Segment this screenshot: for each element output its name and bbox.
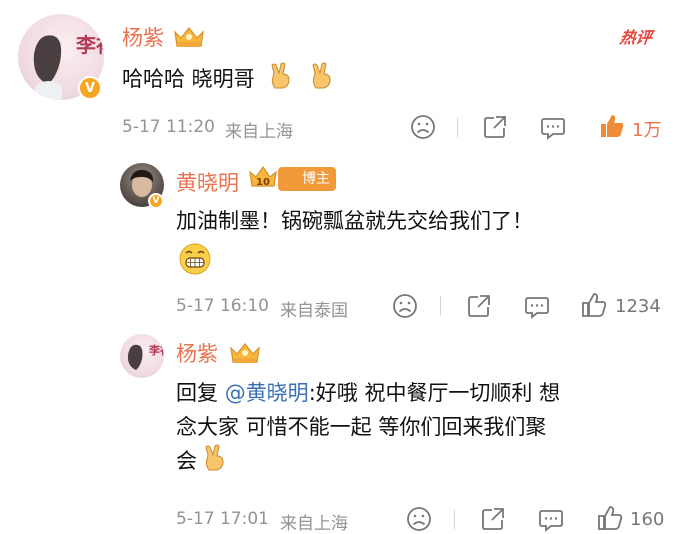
comment-icon[interactable] xyxy=(540,114,566,144)
hot-comment-badge: 热评 xyxy=(618,28,654,47)
verified-icon: V xyxy=(78,76,102,100)
comment-icon[interactable] xyxy=(538,506,564,534)
comment-body-line2: 念大家 可惜不能一起 等你们回来我们聚 xyxy=(176,415,547,439)
sad-face-icon[interactable] xyxy=(406,506,432,534)
comment-body-line3: 会 xyxy=(176,449,197,473)
victory-hand-icon xyxy=(267,62,295,90)
comment-text: 哈哈哈 晓明哥 xyxy=(122,62,336,96)
verified-icon: V xyxy=(148,193,164,209)
comment-time: 5-17 17:01 xyxy=(176,509,269,529)
reply-prefix: 回复 xyxy=(176,381,225,405)
thumbs-up-icon[interactable] xyxy=(580,291,608,323)
victory-hand-icon xyxy=(201,444,229,472)
vip-level: 10 xyxy=(256,177,270,188)
victory-hand-icon xyxy=(308,62,336,90)
divider xyxy=(454,509,455,529)
comment-icon[interactable] xyxy=(524,293,550,323)
sad-face-icon[interactable] xyxy=(410,114,436,144)
sad-face-icon[interactable] xyxy=(392,293,418,323)
grin-emoji-icon xyxy=(178,242,212,280)
like-count: 1万 xyxy=(632,120,662,141)
like-count: 160 xyxy=(630,509,665,530)
vip-crown-icon xyxy=(228,340,262,370)
comment-location: 来自泰国 xyxy=(280,301,348,321)
blogger-tag: 博主 xyxy=(278,167,336,191)
thumbs-up-icon[interactable] xyxy=(598,112,626,144)
mention-link[interactable]: @黄晓明 xyxy=(225,381,309,405)
share-icon[interactable] xyxy=(482,114,508,144)
divider xyxy=(440,296,441,316)
vip-crown-icon: 10 xyxy=(248,164,278,196)
username[interactable]: 杨紫 xyxy=(122,22,164,52)
comment-location: 来自上海 xyxy=(225,122,293,142)
vip-crown-icon xyxy=(172,24,206,54)
avatar-title-text: 李祐 xyxy=(75,33,104,57)
share-icon[interactable] xyxy=(480,506,506,534)
avatar[interactable]: 李祐 xyxy=(120,334,164,378)
comment-text: 加油制墨！锅碗瓢盆就先交给我们了！ xyxy=(176,209,533,233)
share-icon[interactable] xyxy=(466,293,492,323)
comment-body-line1: :好哦 祝中餐厅一切顺利 想 xyxy=(308,381,561,405)
username[interactable]: 黄晓明 xyxy=(176,167,239,197)
comment-time: 5-17 16:10 xyxy=(176,296,269,316)
username[interactable]: 杨紫 xyxy=(176,338,218,368)
like-count: 1234 xyxy=(615,296,661,317)
comment-location: 来自上海 xyxy=(280,514,348,534)
avatar-title-text: 李祐 xyxy=(148,343,164,357)
thumbs-up-icon[interactable] xyxy=(596,504,624,534)
divider xyxy=(457,117,458,137)
comment-text: 回复 @黄晓明:好哦 祝中餐厅一切顺利 想 念大家 可惜不能一起 等你们回来我们… xyxy=(176,376,676,478)
comment-body: 哈哈哈 晓明哥 xyxy=(122,67,255,91)
comment-time: 5-17 11:20 xyxy=(122,117,215,137)
